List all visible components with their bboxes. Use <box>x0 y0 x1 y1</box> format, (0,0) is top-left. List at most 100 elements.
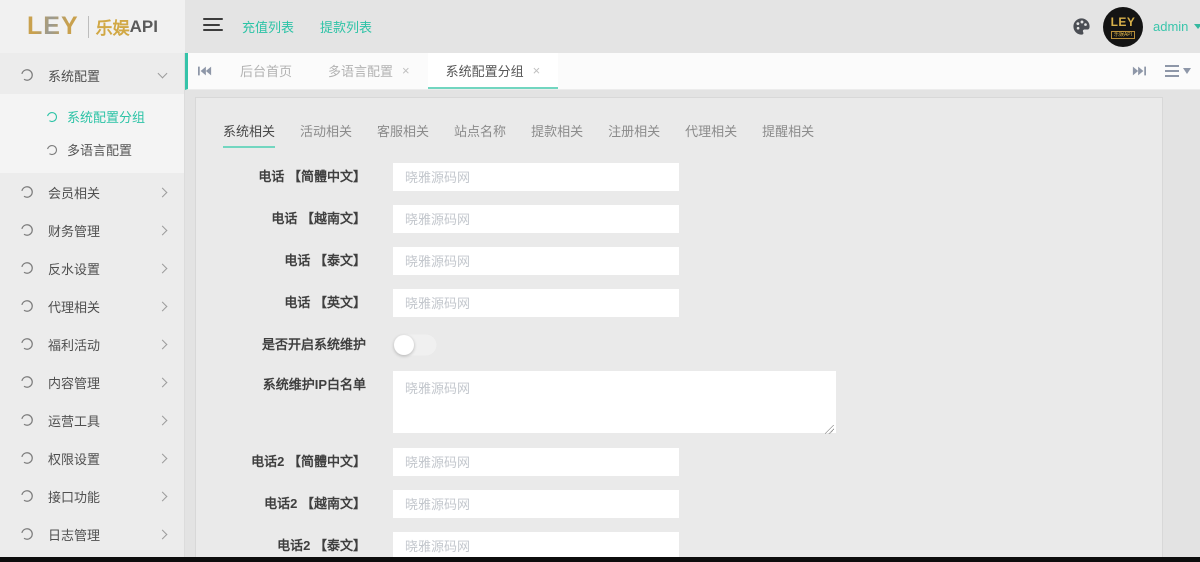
phone-en-input[interactable] <box>393 289 679 317</box>
avatar-logo-text: LEY <box>1111 16 1136 29</box>
ring-icon <box>20 489 34 503</box>
collapse-menu-icon[interactable] <box>203 18 223 34</box>
field-label-phone-en: 电话 【英文】 <box>196 289 366 317</box>
toggle-knob <box>394 335 414 355</box>
close-icon[interactable]: × <box>533 64 541 77</box>
page-tab-system-config-group[interactable]: 系统配置分组 × <box>428 53 559 89</box>
topbar-links: 充值列表 提款列表 <box>242 0 372 53</box>
form-row: 电话2 【泰文】 <box>196 532 1162 560</box>
close-icon[interactable]: × <box>402 64 410 77</box>
sidebar-item-rebate[interactable]: 反水设置 <box>0 249 184 287</box>
sidebar-item-label: 福利活动 <box>48 335 100 354</box>
page-tab-home[interactable]: 后台首页 <box>222 53 310 89</box>
sidebar-item-operation-tools[interactable]: 运营工具 <box>0 401 184 439</box>
sidebar-item-label: 日志管理 <box>48 525 100 544</box>
user-avatar[interactable]: LEY 乐娱API <box>1103 7 1143 47</box>
resize-handle-icon[interactable] <box>825 425 834 434</box>
ring-icon <box>20 337 34 351</box>
sidebar-item-system-config-group[interactable]: 系统配置分组 <box>0 100 184 133</box>
sidebar-item-members[interactable]: 会员相关 <box>0 173 184 211</box>
ring-icon <box>20 68 34 82</box>
tab-agent[interactable]: 代理相关 <box>685 121 737 148</box>
topbar-link-withdraw-list[interactable]: 提款列表 <box>320 17 372 36</box>
sidebar-item-welfare[interactable]: 福利活动 <box>0 325 184 363</box>
field-label-phone2-th: 电话2 【泰文】 <box>196 532 366 560</box>
chevron-right-icon <box>158 339 168 349</box>
tab-system[interactable]: 系统相关 <box>223 121 275 148</box>
sidebar-item-multilanguage-config[interactable]: 多语言配置 <box>0 133 184 166</box>
scroll-tabs-right-icon[interactable] <box>1122 53 1156 89</box>
sidebar-item-label: 反水设置 <box>48 259 100 278</box>
sidebar-subitem-label: 多语言配置 <box>67 140 132 159</box>
ring-icon <box>20 527 34 541</box>
field-label-phone2-vi: 电话2 【越南文】 <box>196 490 366 518</box>
user-menu[interactable]: admin <box>1153 0 1200 53</box>
ring-icon <box>20 413 34 427</box>
logo-name-en: API <box>130 17 158 37</box>
tab-register[interactable]: 注册相关 <box>608 121 660 148</box>
ring-icon <box>20 451 34 465</box>
form-row: 电话 【英文】 <box>196 289 1162 317</box>
sidebar-item-finance[interactable]: 财务管理 <box>0 211 184 249</box>
username: admin <box>1153 19 1188 34</box>
chevron-right-icon <box>158 301 168 311</box>
form-row: 电话2 【越南文】 <box>196 490 1162 518</box>
sidebar-submenu: 系统配置分组 多语言配置 <box>0 94 184 173</box>
tab-withdraw[interactable]: 提款相关 <box>531 121 583 148</box>
form-row: 电话 【越南文】 <box>196 205 1162 233</box>
sidebar-item-permissions[interactable]: 权限设置 <box>0 439 184 477</box>
window-bottom-edge <box>0 557 1200 562</box>
field-label-ip-whitelist: 系统维护IP白名单 <box>196 371 366 436</box>
settings-panel: 系统相关 活动相关 客服相关 站点名称 提款相关 注册相关 代理相关 提醒相关 … <box>195 97 1163 562</box>
open-page-tabs: 后台首页 多语言配置 × 系统配置分组 × <box>222 53 558 89</box>
logo-name-cn: 乐娱 <box>96 14 130 39</box>
sidebar-item-api-functions[interactable]: 接口功能 <box>0 477 184 515</box>
sidebar-item-logs[interactable]: 日志管理 <box>0 515 184 553</box>
sidebar-item-label: 权限设置 <box>48 449 100 468</box>
chevron-down-icon <box>158 69 168 79</box>
phone2-zh-input[interactable] <box>393 448 679 476</box>
form-row: 电话 【泰文】 <box>196 247 1162 275</box>
chevron-right-icon <box>158 377 168 387</box>
sidebar-item-label: 运营工具 <box>48 411 100 430</box>
field-label-phone2-zh: 电话2 【简體中文】 <box>196 448 366 476</box>
sidebar-item-content[interactable]: 内容管理 <box>0 363 184 401</box>
page-tab-multilanguage[interactable]: 多语言配置 × <box>310 53 428 89</box>
phone-vi-input[interactable] <box>393 205 679 233</box>
settings-form: 电话 【简體中文】 电话 【越南文】 电话 【泰文】 电话 【英文】 是否开启系… <box>196 163 1162 560</box>
tabs-menu-icon[interactable] <box>1156 53 1200 89</box>
field-label-maintenance-switch: 是否开启系统维护 <box>196 331 366 359</box>
settings-category-tabs: 系统相关 活动相关 客服相关 站点名称 提款相关 注册相关 代理相关 提醒相关 <box>196 98 1162 148</box>
phone2-vi-input[interactable] <box>393 490 679 518</box>
logo-divider <box>88 16 89 38</box>
form-row: 电话2 【简體中文】 <box>196 448 1162 476</box>
phone2-th-input[interactable] <box>393 532 679 560</box>
app-logo: LEY 乐娱 API <box>0 0 185 53</box>
field-label-phone-th: 电话 【泰文】 <box>196 247 366 275</box>
sidebar-item-label: 财务管理 <box>48 221 100 240</box>
ip-whitelist-textarea[interactable] <box>393 371 836 433</box>
page-tabbar: 后台首页 多语言配置 × 系统配置分组 × <box>185 53 1200 90</box>
sidebar-item-label: 会员相关 <box>48 183 100 202</box>
tab-customer-service[interactable]: 客服相关 <box>377 121 429 148</box>
scroll-tabs-left-icon[interactable] <box>188 53 222 89</box>
chevron-right-icon <box>158 187 168 197</box>
theme-palette-icon[interactable] <box>1072 17 1091 36</box>
tab-site-name[interactable]: 站点名称 <box>454 121 506 148</box>
maintenance-toggle[interactable] <box>393 334 437 356</box>
tab-activity[interactable]: 活动相关 <box>300 121 352 148</box>
sidebar: 系统配置 系统配置分组 多语言配置 会员相关 财务管理 反水设置 代理 <box>0 53 185 562</box>
ring-icon <box>20 299 34 313</box>
sidebar-item-agents[interactable]: 代理相关 <box>0 287 184 325</box>
page-tab-label: 多语言配置 <box>328 61 393 80</box>
chevron-right-icon <box>158 263 168 273</box>
phone-th-input[interactable] <box>393 247 679 275</box>
tab-reminder[interactable]: 提醒相关 <box>762 121 814 148</box>
topbar: LEY 乐娱 API 充值列表 提款列表 LEY 乐娱API admin <box>0 0 1200 53</box>
sidebar-subitem-label: 系统配置分组 <box>67 107 145 126</box>
ring-icon <box>20 185 34 199</box>
sidebar-item-system-config[interactable]: 系统配置 <box>0 56 184 94</box>
phone-zh-input[interactable] <box>393 163 679 191</box>
topbar-link-recharge-list[interactable]: 充值列表 <box>242 17 294 36</box>
ring-icon <box>20 375 34 389</box>
